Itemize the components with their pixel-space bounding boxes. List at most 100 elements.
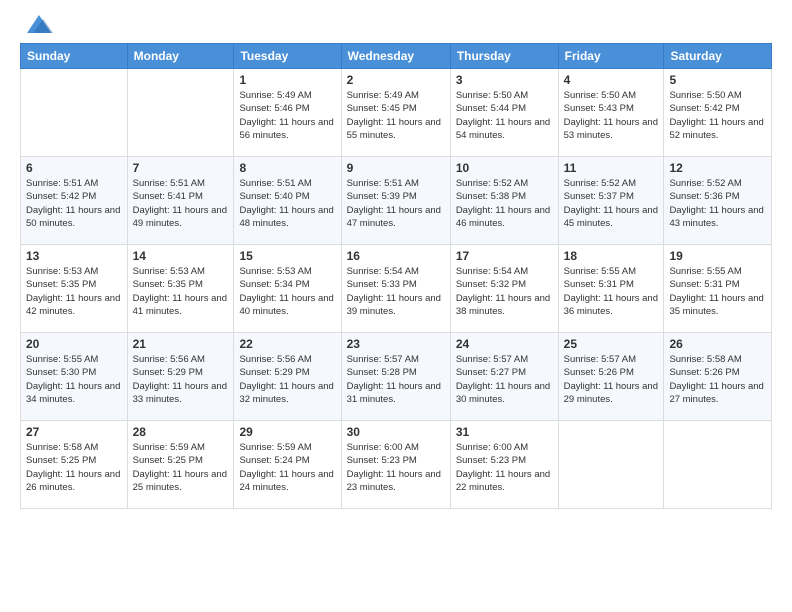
day-number: 6 — [26, 161, 122, 175]
day-number: 26 — [669, 337, 766, 351]
calendar-cell: 13 Sunrise: 5:53 AMSunset: 5:35 PMDayligh… — [21, 245, 128, 333]
day-info: Sunrise: 5:51 AMSunset: 5:42 PMDaylight:… — [26, 177, 122, 230]
day-info: Sunrise: 5:50 AMSunset: 5:42 PMDaylight:… — [669, 89, 766, 142]
day-number: 18 — [564, 249, 659, 263]
header-friday: Friday — [558, 44, 664, 69]
day-info: Sunrise: 5:52 AMSunset: 5:36 PMDaylight:… — [669, 177, 766, 230]
day-number: 10 — [456, 161, 553, 175]
day-number: 16 — [347, 249, 445, 263]
header-saturday: Saturday — [664, 44, 772, 69]
day-number: 28 — [133, 425, 229, 439]
day-number: 25 — [564, 337, 659, 351]
calendar-cell: 31 Sunrise: 6:00 AMSunset: 5:23 PMDayligh… — [450, 421, 558, 509]
calendar-cell: 8 Sunrise: 5:51 AMSunset: 5:40 PMDaylight… — [234, 157, 341, 245]
calendar-cell: 24Sunrise: 5:57 AMSunset: 5:27 PMDayligh… — [450, 333, 558, 421]
calendar-cell: 16 Sunrise: 5:54 AMSunset: 5:33 PMDayligh… — [341, 245, 450, 333]
day-info: Sunrise: 5:54 AMSunset: 5:33 PMDaylight:… — [347, 265, 445, 318]
day-number: 24 — [456, 337, 553, 351]
day-info: Sunrise: 5:55 AMSunset: 5:31 PMDaylight:… — [564, 265, 659, 318]
day-info: Sunrise: 5:49 AMSunset: 5:46 PMDaylight:… — [239, 89, 335, 142]
calendar-cell: 27Sunrise: 5:58 AMSunset: 5:25 PMDayligh… — [21, 421, 128, 509]
day-number: 19 — [669, 249, 766, 263]
day-info: Sunrise: 5:59 AMSunset: 5:24 PMDaylight:… — [239, 441, 335, 494]
day-number: 5 — [669, 73, 766, 87]
calendar-cell: 25 Sunrise: 5:57 AMSunset: 5:26 PMDayligh… — [558, 333, 664, 421]
calendar-cell: 7 Sunrise: 5:51 AMSunset: 5:41 PMDaylight… — [127, 157, 234, 245]
day-number: 11 — [564, 161, 659, 175]
calendar-cell: 4 Sunrise: 5:50 AMSunset: 5:43 PMDaylight… — [558, 69, 664, 157]
logo — [20, 15, 55, 33]
calendar-cell: 5 Sunrise: 5:50 AMSunset: 5:42 PMDaylight… — [664, 69, 772, 157]
day-info: Sunrise: 5:51 AMSunset: 5:40 PMDaylight:… — [239, 177, 335, 230]
calendar-cell: 15 Sunrise: 5:53 AMSunset: 5:34 PMDayligh… — [234, 245, 341, 333]
header-monday: Monday — [127, 44, 234, 69]
day-info: Sunrise: 5:57 AMSunset: 5:28 PMDaylight:… — [347, 353, 445, 406]
calendar-page: SundayMondayTuesdayWednesdayThursdayFrid… — [0, 0, 792, 612]
day-number: 17 — [456, 249, 553, 263]
header-tuesday: Tuesday — [234, 44, 341, 69]
day-info: Sunrise: 5:51 AMSunset: 5:39 PMDaylight:… — [347, 177, 445, 230]
day-info: Sunrise: 5:53 AMSunset: 5:35 PMDaylight:… — [133, 265, 229, 318]
calendar-cell: 10 Sunrise: 5:52 AMSunset: 5:38 PMDayligh… — [450, 157, 558, 245]
day-info: Sunrise: 5:50 AMSunset: 5:44 PMDaylight:… — [456, 89, 553, 142]
day-number: 2 — [347, 73, 445, 87]
header-wednesday: Wednesday — [341, 44, 450, 69]
day-number: 22 — [239, 337, 335, 351]
day-info: Sunrise: 5:49 AMSunset: 5:45 PMDaylight:… — [347, 89, 445, 142]
day-number: 27 — [26, 425, 122, 439]
day-number: 4 — [564, 73, 659, 87]
header-sunday: Sunday — [21, 44, 128, 69]
calendar-cell: 14 Sunrise: 5:53 AMSunset: 5:35 PMDayligh… — [127, 245, 234, 333]
day-info: Sunrise: 5:55 AMSunset: 5:31 PMDaylight:… — [669, 265, 766, 318]
day-info: Sunrise: 5:55 AMSunset: 5:30 PMDaylight:… — [26, 353, 122, 406]
day-info: Sunrise: 5:59 AMSunset: 5:25 PMDaylight:… — [133, 441, 229, 494]
day-info: Sunrise: 5:53 AMSunset: 5:34 PMDaylight:… — [239, 265, 335, 318]
day-number: 20 — [26, 337, 122, 351]
calendar-cell — [21, 69, 128, 157]
calendar-cell — [127, 69, 234, 157]
day-info: Sunrise: 5:52 AMSunset: 5:38 PMDaylight:… — [456, 177, 553, 230]
logo-icon — [23, 11, 55, 37]
calendar-cell: 2 Sunrise: 5:49 AMSunset: 5:45 PMDaylight… — [341, 69, 450, 157]
day-info: Sunrise: 5:51 AMSunset: 5:41 PMDaylight:… — [133, 177, 229, 230]
day-info: Sunrise: 5:50 AMSunset: 5:43 PMDaylight:… — [564, 89, 659, 142]
calendar-cell: 11Sunrise: 5:52 AMSunset: 5:37 PMDayligh… — [558, 157, 664, 245]
calendar-cell: 18 Sunrise: 5:55 AMSunset: 5:31 PMDayligh… — [558, 245, 664, 333]
day-info: Sunrise: 6:00 AMSunset: 5:23 PMDaylight:… — [456, 441, 553, 494]
calendar-cell: 29 Sunrise: 5:59 AMSunset: 5:24 PMDayligh… — [234, 421, 341, 509]
calendar-cell: 23 Sunrise: 5:57 AMSunset: 5:28 PMDayligh… — [341, 333, 450, 421]
calendar-cell — [558, 421, 664, 509]
day-number: 21 — [133, 337, 229, 351]
day-info: Sunrise: 5:54 AMSunset: 5:32 PMDaylight:… — [456, 265, 553, 318]
calendar-cell: 26 Sunrise: 5:58 AMSunset: 5:26 PMDayligh… — [664, 333, 772, 421]
day-number: 8 — [239, 161, 335, 175]
day-info: Sunrise: 5:57 AMSunset: 5:26 PMDaylight:… — [564, 353, 659, 406]
day-number: 14 — [133, 249, 229, 263]
day-number: 23 — [347, 337, 445, 351]
calendar-cell: 28 Sunrise: 5:59 AMSunset: 5:25 PMDayligh… — [127, 421, 234, 509]
day-number: 15 — [239, 249, 335, 263]
calendar-cell: 1 Sunrise: 5:49 AMSunset: 5:46 PMDaylight… — [234, 69, 341, 157]
day-number: 29 — [239, 425, 335, 439]
day-info: Sunrise: 5:53 AMSunset: 5:35 PMDaylight:… — [26, 265, 122, 318]
calendar-cell: 3Sunrise: 5:50 AMSunset: 5:44 PMDaylight… — [450, 69, 558, 157]
day-number: 7 — [133, 161, 229, 175]
calendar-cell: 17 Sunrise: 5:54 AMSunset: 5:32 PMDayligh… — [450, 245, 558, 333]
day-info: Sunrise: 5:58 AMSunset: 5:26 PMDaylight:… — [669, 353, 766, 406]
calendar-cell: 20 Sunrise: 5:55 AMSunset: 5:30 PMDayligh… — [21, 333, 128, 421]
calendar-cell: 9 Sunrise: 5:51 AMSunset: 5:39 PMDaylight… — [341, 157, 450, 245]
day-info: Sunrise: 5:56 AMSunset: 5:29 PMDaylight:… — [133, 353, 229, 406]
calendar-cell: 22Sunrise: 5:56 AMSunset: 5:29 PMDayligh… — [234, 333, 341, 421]
calendar-cell: 30 Sunrise: 6:00 AMSunset: 5:23 PMDayligh… — [341, 421, 450, 509]
calendar-cell: 12 Sunrise: 5:52 AMSunset: 5:36 PMDayligh… — [664, 157, 772, 245]
header-thursday: Thursday — [450, 44, 558, 69]
day-info: Sunrise: 6:00 AMSunset: 5:23 PMDaylight:… — [347, 441, 445, 494]
day-number: 12 — [669, 161, 766, 175]
day-number: 9 — [347, 161, 445, 175]
day-number: 31 — [456, 425, 553, 439]
day-number: 1 — [239, 73, 335, 87]
calendar-cell: 6 Sunrise: 5:51 AMSunset: 5:42 PMDaylight… — [21, 157, 128, 245]
day-number: 30 — [347, 425, 445, 439]
day-number: 13 — [26, 249, 122, 263]
calendar-table: SundayMondayTuesdayWednesdayThursdayFrid… — [20, 43, 772, 509]
